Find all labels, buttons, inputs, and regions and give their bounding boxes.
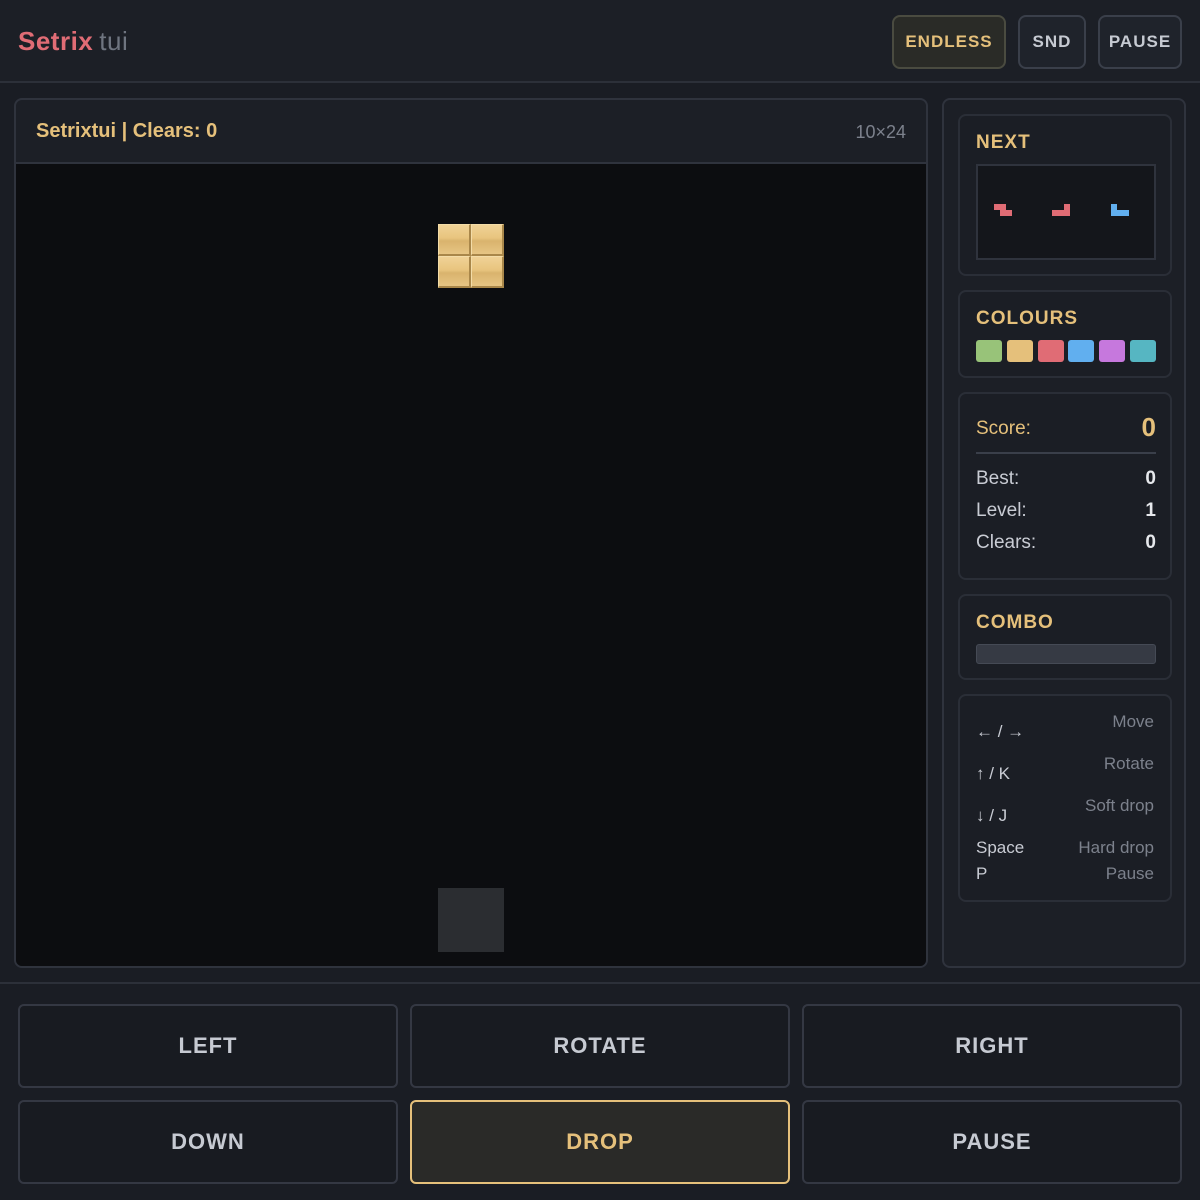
help-key-move: ← / → [976, 722, 1025, 741]
next-title: NEXT [976, 132, 1031, 153]
level-value: 1 [1145, 500, 1156, 521]
ghost-piece [438, 888, 504, 952]
right-button[interactable]: RIGHT [802, 1004, 1182, 1088]
board-title: Setrixtui | Clears: 0 [36, 120, 218, 142]
level-label: Level: [976, 500, 1027, 521]
board-header: Setrixtui | Clears: 0 10×24 [16, 100, 926, 164]
colours-title: COLOURS [976, 308, 1078, 329]
app-name: Setrix [18, 26, 94, 56]
sound-toggle-button[interactable]: SND [1018, 15, 1086, 69]
colour-swatch-blue [1068, 340, 1094, 362]
help-key-pause: P [976, 864, 988, 883]
combo-title: COMBO [976, 612, 1054, 633]
best-label: Best: [976, 468, 1020, 489]
board-panel: Setrixtui | Clears: 0 10×24 [14, 98, 928, 968]
help-action-hard-drop: Hard drop [1078, 838, 1154, 857]
next-preview [976, 164, 1156, 260]
colour-swatch-red [1038, 340, 1064, 362]
app-name-suffix: tui [99, 26, 129, 56]
help-action-move: Move [1112, 712, 1154, 731]
level-row: Level: 1 [976, 500, 1156, 526]
clears-row: Clears: 0 [976, 532, 1156, 558]
combo-meter [976, 644, 1156, 664]
colour-swatch-purple [1099, 340, 1125, 362]
score-label: Score: [976, 418, 1031, 439]
next-card: NEXT [958, 114, 1172, 276]
help-key-hard-drop: Space [976, 838, 1025, 857]
rotate-button[interactable]: ROTATE [410, 1004, 790, 1088]
clears-label: Clears: [976, 532, 1037, 553]
help-key-rotate: ↑ / K [976, 764, 1011, 783]
help-action-soft-drop: Soft drop [1085, 796, 1154, 815]
colours-card: COLOURS [958, 290, 1172, 378]
combo-card: COMBO [958, 594, 1172, 680]
drop-button[interactable]: DROP [410, 1100, 790, 1184]
colour-swatch-green [976, 340, 1002, 362]
board-dimensions: 10×24 [855, 122, 906, 142]
game-board[interactable] [16, 164, 926, 966]
active-piece-block [438, 256, 471, 288]
top-bar: Setrix tui ENDLESS SND PAUSE [0, 0, 1200, 83]
active-piece-block [471, 224, 504, 256]
pause-button[interactable]: PAUSE [802, 1100, 1182, 1184]
help-action-pause: Pause [1105, 864, 1154, 883]
clears-value: 0 [1145, 532, 1156, 553]
mode-endless-button[interactable]: ENDLESS [892, 15, 1006, 69]
stats-divider [976, 452, 1156, 454]
colour-swatch-yellow [1007, 340, 1033, 362]
score-row: Score: 0 [976, 412, 1156, 448]
stats-card: Score: 0 Best: 0 Level: 1 Clears: 0 [958, 392, 1172, 580]
pause-header-button[interactable]: PAUSE [1098, 15, 1182, 69]
touch-controls: LEFT ROTATE RIGHT DOWN DROP PAUSE [0, 982, 1200, 1200]
score-value: 0 [1141, 412, 1156, 442]
controls-help-card: ← / → Move ↑ / K Rotate ↓ / J Soft drop … [958, 694, 1172, 902]
active-piece-block [438, 224, 471, 256]
colour-swatch-cyan [1130, 340, 1156, 362]
active-piece-block [471, 256, 504, 288]
sidebar: NEXT COLOURS Score: 0 Best: 0 Level: 1 C… [942, 98, 1186, 968]
left-button[interactable]: LEFT [18, 1004, 398, 1088]
app-logo: Setrix tui [18, 26, 128, 57]
best-value: 0 [1145, 468, 1156, 489]
best-row: Best: 0 [976, 468, 1156, 494]
down-button[interactable]: DOWN [18, 1100, 398, 1184]
help-key-soft-drop: ↓ / J [976, 806, 1008, 825]
help-action-rotate: Rotate [1103, 754, 1154, 773]
